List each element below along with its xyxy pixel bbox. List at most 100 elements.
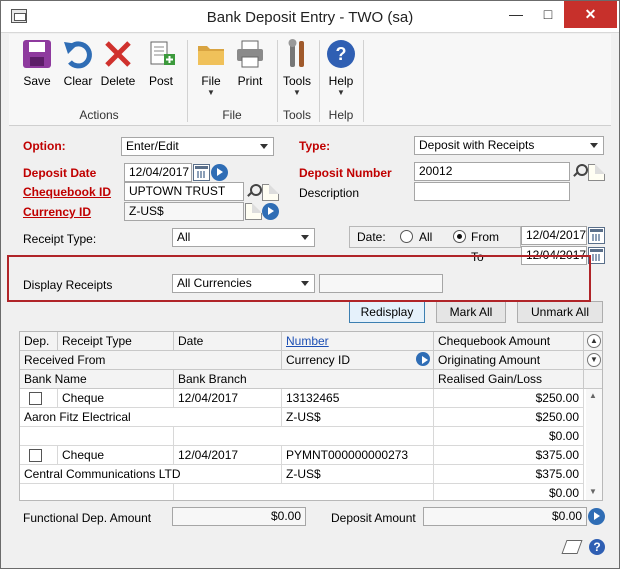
chequebook-id-field[interactable]: UPTOWN TRUST: [124, 182, 244, 201]
note-icon[interactable]: [262, 184, 279, 201]
clear-button[interactable]: Clear: [59, 38, 97, 88]
chevron-down-icon: ▼: [337, 88, 345, 97]
expand-arrow-icon[interactable]: [262, 203, 279, 220]
note-icon[interactable]: [588, 164, 605, 181]
file-group-label: File: [222, 108, 242, 122]
mark-all-button[interactable]: Mark All: [436, 301, 506, 323]
deposit-checkbox[interactable]: [29, 392, 42, 405]
col-originating-amount-header: Originating Amount: [434, 351, 584, 370]
delete-button[interactable]: Delete: [99, 38, 137, 88]
minimize-button[interactable]: —: [501, 1, 531, 28]
cell-date[interactable]: 12/04/2017: [174, 446, 282, 465]
lookup-icon[interactable]: [245, 183, 262, 200]
clear-label: Clear: [63, 74, 93, 88]
status-bar: ?: [9, 532, 611, 564]
cell-received-from[interactable]: Aaron Fitz Electrical: [20, 408, 282, 427]
grid-scrollbar[interactable]: ▲ ▼: [586, 389, 602, 500]
receipt-type-label: Receipt Type:: [23, 232, 97, 246]
cell-number[interactable]: PYMNT000000000273: [282, 446, 434, 465]
cell-receipt-type[interactable]: Cheque: [58, 446, 174, 465]
col-chequebook-amount-header: Chequebook Amount: [434, 332, 584, 351]
print-label: Print: [237, 74, 263, 88]
svg-text:?: ?: [336, 44, 347, 64]
receipt-type-select[interactable]: All: [172, 228, 315, 247]
maximize-button[interactable]: □: [533, 1, 563, 28]
currency-id-link[interactable]: Currency ID: [23, 205, 91, 219]
col-currency-id-header: Currency ID: [282, 351, 434, 370]
collapse-rows-icon[interactable]: ▲: [587, 334, 601, 348]
deposit-date-field[interactable]: 12/04/2017: [124, 163, 192, 182]
cell-currency-id[interactable]: Z-US$: [282, 465, 434, 484]
cell-bank-name[interactable]: [20, 427, 174, 446]
calendar-icon[interactable]: [193, 164, 210, 181]
lookup-icon[interactable]: [571, 163, 588, 180]
cell-received-from[interactable]: Central Communications LTD: [20, 465, 282, 484]
currency-id-field[interactable]: Z-US$: [124, 202, 244, 221]
receipts-grid: Dep. Receipt Type Date Number Chequebook…: [19, 331, 603, 501]
col-receipt-type-header: Receipt Type: [58, 332, 174, 351]
date-from-field[interactable]: 12/04/2017: [521, 226, 587, 245]
functional-amount-label: Functional Dep. Amount: [23, 511, 152, 525]
cell-originating-amount[interactable]: $250.00: [434, 408, 584, 427]
cell-originating-amount[interactable]: $375.00: [434, 465, 584, 484]
tools-button[interactable]: Tools ▼: [279, 38, 315, 97]
grid-header-spacer: [584, 370, 602, 389]
col-realised-header: Realised Gain/Loss: [434, 370, 584, 389]
deposit-amount-field: $0.00: [423, 507, 587, 526]
date-all-radio[interactable]: [400, 230, 413, 243]
save-label: Save: [23, 74, 51, 88]
deposit-checkbox[interactable]: [29, 449, 42, 462]
col-number-header[interactable]: Number: [282, 332, 434, 351]
printer-icon: [234, 38, 266, 70]
title-bar: Bank Deposit Entry - TWO (sa) — □ ✕: [1, 1, 619, 33]
chequebook-id-link[interactable]: Chequebook ID: [23, 185, 111, 199]
note-icon[interactable]: [245, 203, 262, 220]
note-icon[interactable]: [561, 540, 583, 554]
cell-realised[interactable]: $0.00: [434, 484, 584, 500]
cell-currency-id[interactable]: Z-US$: [282, 408, 434, 427]
cell-chequebook-amount[interactable]: $250.00: [434, 389, 584, 408]
file-label: File: [201, 74, 221, 88]
close-button[interactable]: ✕: [564, 1, 617, 28]
option-select[interactable]: Enter/Edit: [121, 137, 274, 156]
expand-arrow-icon[interactable]: [416, 352, 430, 366]
post-icon: [145, 38, 177, 70]
date-from-label: From: [471, 230, 499, 244]
cell-chequebook-amount[interactable]: $375.00: [434, 446, 584, 465]
help-button[interactable]: ? Help ▼: [323, 38, 359, 97]
folder-icon: [195, 38, 227, 70]
print-button[interactable]: Print: [231, 38, 269, 88]
calendar-icon[interactable]: [588, 227, 605, 244]
selection-highlight: [7, 255, 591, 302]
post-button[interactable]: Post: [143, 38, 179, 88]
expand-arrow-icon[interactable]: [211, 164, 228, 181]
cell-number[interactable]: 13132465: [282, 389, 434, 408]
tools-label: Tools: [282, 74, 311, 88]
col-date-header: Date: [174, 332, 282, 351]
undo-icon: [62, 38, 94, 70]
cell-bank-name[interactable]: [20, 484, 174, 500]
cell-date[interactable]: 12/04/2017: [174, 389, 282, 408]
date-from-radio[interactable]: [453, 230, 466, 243]
save-button[interactable]: Save: [17, 38, 57, 88]
cell-bank-branch[interactable]: [174, 484, 434, 500]
redisplay-button[interactable]: Redisplay: [349, 301, 425, 323]
expand-arrow-icon[interactable]: [588, 508, 605, 525]
scroll-up-icon[interactable]: ▲: [589, 391, 597, 400]
file-button[interactable]: File ▼: [193, 38, 229, 97]
expand-rows-icon[interactable]: ▼: [587, 353, 601, 367]
deposit-amount-label: Deposit Amount: [331, 511, 416, 525]
cell-bank-branch[interactable]: [174, 427, 434, 446]
type-select[interactable]: Deposit with Receipts: [414, 136, 604, 155]
tools-icon: [281, 38, 313, 70]
type-label: Type:: [299, 139, 331, 153]
deposit-number-field[interactable]: 20012: [414, 162, 570, 181]
description-field[interactable]: [414, 182, 570, 201]
cell-receipt-type[interactable]: Cheque: [58, 389, 174, 408]
functional-amount-field: $0.00: [172, 507, 306, 526]
help-icon[interactable]: ?: [589, 539, 605, 555]
unmark-all-button[interactable]: Unmark All: [517, 301, 603, 323]
save-icon: [21, 38, 53, 70]
scroll-down-icon[interactable]: ▼: [589, 487, 597, 496]
cell-realised[interactable]: $0.00: [434, 427, 584, 446]
